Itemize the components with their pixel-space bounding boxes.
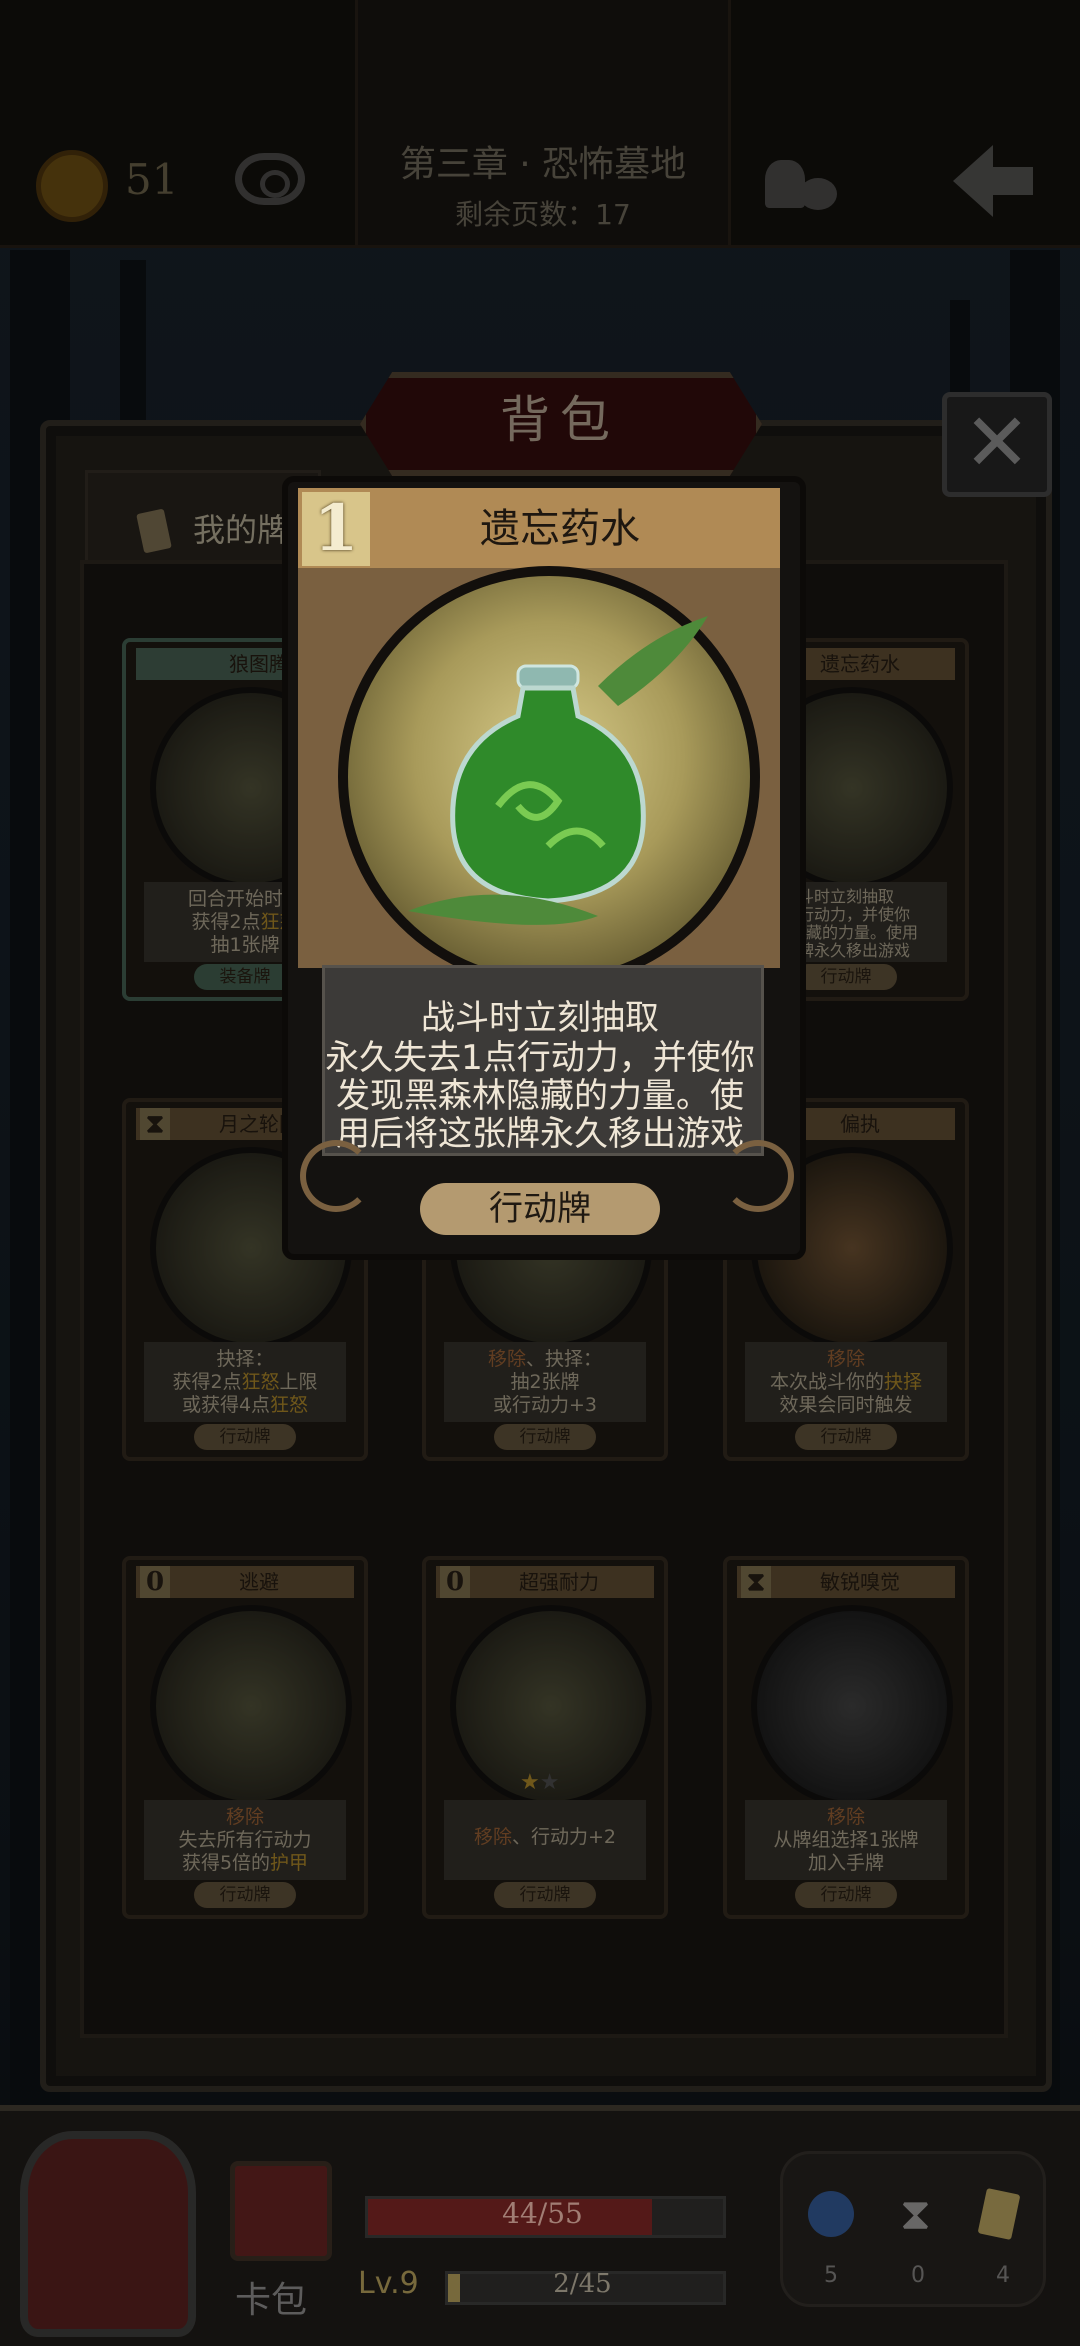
deck-book-icon[interactable] — [230, 2161, 332, 2261]
card-detail-name: 遗忘药水 — [480, 506, 640, 552]
hero-portrait[interactable] — [20, 2131, 196, 2337]
bottom-bar: 卡包 44/55 Lv.9 2/45 5 ⧗ 0 4 — [0, 2105, 1080, 2346]
swirl-ornament-left — [300, 1140, 372, 1212]
potion-icon[interactable] — [808, 2191, 854, 2237]
card-stack-count: 4 — [996, 2263, 1010, 2288]
xp-text: 2/45 — [553, 2269, 612, 2299]
card-detail-cost: 1 — [302, 492, 370, 566]
potion-illustration — [338, 566, 760, 988]
hourglass-count: 0 — [911, 2263, 925, 2288]
potion-count: 5 — [824, 2263, 838, 2288]
deck-label: 卡包 — [235, 2280, 308, 2321]
card-detail-type: 行动牌 — [420, 1183, 660, 1235]
hp-text: 44/55 — [502, 2197, 583, 2230]
hourglass-icon: ⧗ — [900, 2189, 931, 2240]
card-detail-desc-line-4: 用后将这张牌永久移出游戏 — [336, 1114, 744, 1154]
swirl-ornament-right — [722, 1140, 794, 1212]
level-label: Lv.9 — [358, 2266, 419, 2301]
